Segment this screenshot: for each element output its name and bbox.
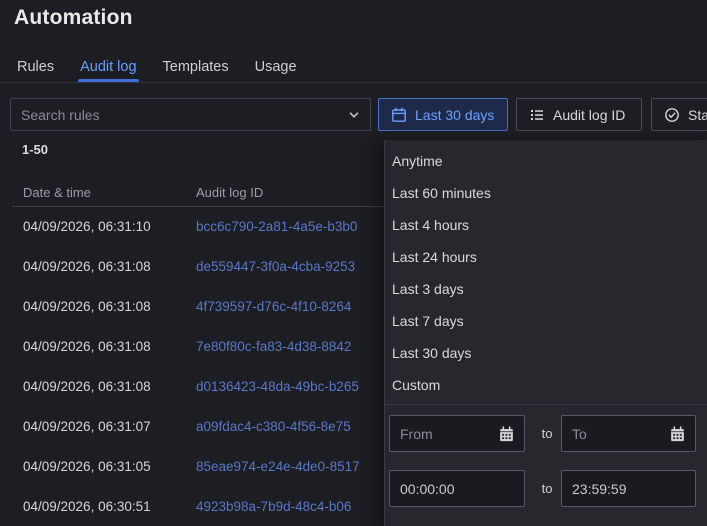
to-time-input-wrapper bbox=[561, 470, 696, 507]
cell-date-time: 04/09/2026, 06:30:51 bbox=[23, 499, 151, 514]
menu-item-last-24-hours[interactable]: Last 24 hours bbox=[385, 241, 707, 273]
cell-date-time: 04/09/2026, 06:31:10 bbox=[23, 219, 151, 234]
to-date-input-wrapper bbox=[561, 415, 696, 452]
cell-date-time: 04/09/2026, 06:31:08 bbox=[23, 259, 151, 274]
cell-audit-log-id-link[interactable]: d0136423-48da-49bc-b265 bbox=[196, 367, 359, 407]
date-range-to-label: to bbox=[541, 426, 553, 441]
time-range-dropdown: Anytime Last 60 minutes Last 4 hours Las… bbox=[384, 140, 707, 526]
cell-audit-log-id-link[interactable]: 85eae974-e24e-4de0-8517 bbox=[196, 447, 360, 487]
cell-audit-log-id-link[interactable]: 7e80f80c-fa83-4d38-8842 bbox=[196, 327, 351, 367]
check-circle-icon bbox=[665, 107, 679, 122]
from-time-input[interactable] bbox=[390, 471, 524, 506]
from-date-input-wrapper bbox=[389, 415, 525, 452]
list-icon bbox=[531, 109, 543, 120]
cell-date-time: 04/09/2026, 06:31:05 bbox=[23, 459, 151, 474]
column-header-date-time: Date & time bbox=[23, 185, 91, 200]
cell-date-time: 04/09/2026, 06:31:08 bbox=[23, 339, 151, 354]
cell-date-time: 04/09/2026, 06:31:08 bbox=[23, 379, 151, 394]
time-range-to-label: to bbox=[541, 481, 553, 496]
cell-audit-log-id-link[interactable]: a09fdac4-c380-4f56-8e75 bbox=[196, 407, 351, 447]
menu-item-last-3-days[interactable]: Last 3 days bbox=[385, 273, 707, 305]
cell-date-time: 04/09/2026, 06:31:08 bbox=[23, 299, 151, 314]
cell-audit-log-id-link[interactable]: de559447-3f0a-4cba-9253 bbox=[196, 247, 355, 287]
search-rules-combobox[interactable] bbox=[10, 98, 371, 131]
menu-item-last-60-minutes[interactable]: Last 60 minutes bbox=[385, 177, 707, 209]
toolbar: Last 30 days Audit log ID Sta bbox=[0, 98, 707, 132]
audit-log-id-filter-button[interactable]: Audit log ID bbox=[516, 98, 642, 131]
cell-date-time: 04/09/2026, 06:31:07 bbox=[23, 419, 151, 434]
result-count: 1-50 bbox=[22, 142, 49, 157]
tab-bar-divider bbox=[0, 82, 707, 83]
cell-audit-log-id-link[interactable]: bcc6c790-2a81-4a5e-b3b0 bbox=[196, 207, 357, 247]
from-date-input[interactable] bbox=[390, 416, 524, 451]
menu-item-last-4-hours[interactable]: Last 4 hours bbox=[385, 209, 707, 241]
from-time-input-wrapper bbox=[389, 470, 525, 507]
to-time-input[interactable] bbox=[562, 471, 695, 506]
menu-item-anytime[interactable]: Anytime bbox=[385, 145, 707, 177]
to-date-input[interactable] bbox=[562, 416, 695, 451]
page-title: Automation bbox=[14, 6, 133, 29]
calendar-icon bbox=[392, 107, 406, 122]
tab-rules[interactable]: Rules bbox=[15, 54, 56, 83]
cell-audit-log-id-link[interactable]: 4923b98a-7b9d-48c4-b06 bbox=[196, 487, 351, 526]
time-range-button[interactable]: Last 30 days bbox=[378, 98, 508, 131]
search-input[interactable] bbox=[11, 99, 370, 130]
dropdown-separator bbox=[385, 404, 707, 405]
cell-audit-log-id-link[interactable]: 4f739597-d76c-4f10-8264 bbox=[196, 287, 351, 327]
menu-item-custom[interactable]: Custom bbox=[385, 369, 707, 401]
tab-templates[interactable]: Templates bbox=[161, 54, 231, 83]
tab-bar: Rules Audit log Templates Usage bbox=[0, 54, 707, 83]
automation-page: Automation Rules Audit log Templates Usa… bbox=[0, 0, 707, 526]
menu-item-last-7-days[interactable]: Last 7 days bbox=[385, 305, 707, 337]
status-filter-button[interactable]: Sta bbox=[651, 98, 707, 131]
menu-item-last-30-days[interactable]: Last 30 days bbox=[385, 337, 707, 369]
column-header-audit-log-id: Audit log ID bbox=[196, 185, 264, 200]
tab-audit-log[interactable]: Audit log bbox=[78, 54, 139, 83]
time-range-options: Anytime Last 60 minutes Last 4 hours Las… bbox=[385, 140, 707, 401]
tab-usage[interactable]: Usage bbox=[253, 54, 299, 83]
